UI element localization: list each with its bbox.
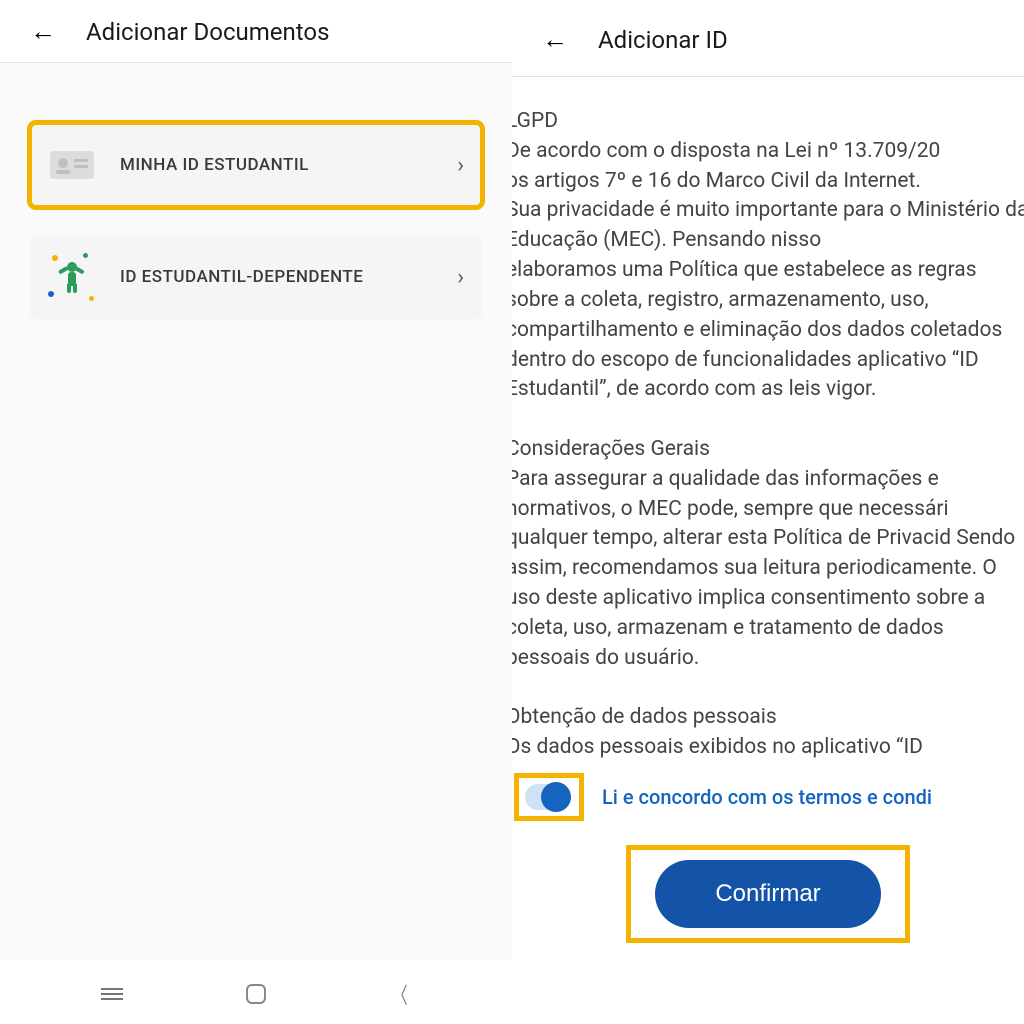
back-arrow-icon[interactable]: ←	[30, 19, 56, 45]
consent-label: Li e concordo com os termos e condi	[602, 785, 932, 809]
nav-back-icon[interactable]: 〈	[392, 978, 407, 1010]
chevron-right-icon: ›	[457, 265, 464, 290]
header-right: ← Adicionar ID	[512, 0, 1024, 77]
document-options-list: MINHA ID ESTUDANTIL › ID ESTUDANTIL-DEPE…	[0, 63, 512, 319]
option-label: MINHA ID ESTUDANTIL	[120, 155, 457, 175]
header-left: ← Adicionar Documentos	[0, 0, 512, 63]
option-id-estudantil-dependente[interactable]: ID ESTUDANTIL-DEPENDENTE ›	[30, 235, 482, 319]
option-label: ID ESTUDANTIL-DEPENDENTE	[120, 267, 457, 287]
nav-home-icon[interactable]	[246, 984, 266, 1004]
page-title-right: Adicionar ID	[598, 26, 728, 54]
toggle-knob-icon	[541, 782, 571, 812]
android-nav-bar: 〈	[0, 960, 512, 1024]
policy-text: LGPD De acordo com o disposta na Lei nº …	[512, 107, 1024, 763]
confirm-button[interactable]: Confirmar	[655, 860, 880, 928]
back-arrow-icon[interactable]: ←	[542, 27, 568, 53]
policy-scroll-area[interactable]: LGPD De acordo com o disposta na Lei nº …	[512, 77, 1024, 1024]
chevron-right-icon: ›	[457, 153, 464, 178]
screen-add-documents: ← Adicionar Documentos MINHA ID ESTUDANT…	[0, 0, 512, 1024]
consent-toggle[interactable]	[525, 784, 571, 810]
confirm-area: Confirmar	[512, 845, 1024, 949]
person-icon	[48, 253, 96, 301]
consent-row: Li e concordo com os termos e condi	[512, 773, 1024, 821]
highlight-confirm: Confirmar	[626, 845, 909, 943]
highlight-toggle	[514, 773, 584, 821]
page-title-left: Adicionar Documentos	[86, 18, 329, 46]
nav-recent-icon[interactable]	[101, 988, 123, 1000]
screen-add-id: ← Adicionar ID LGPD De acordo com o disp…	[512, 0, 1024, 1024]
option-minha-id-estudantil[interactable]: MINHA ID ESTUDANTIL ›	[30, 123, 482, 207]
id-card-icon	[48, 141, 96, 189]
